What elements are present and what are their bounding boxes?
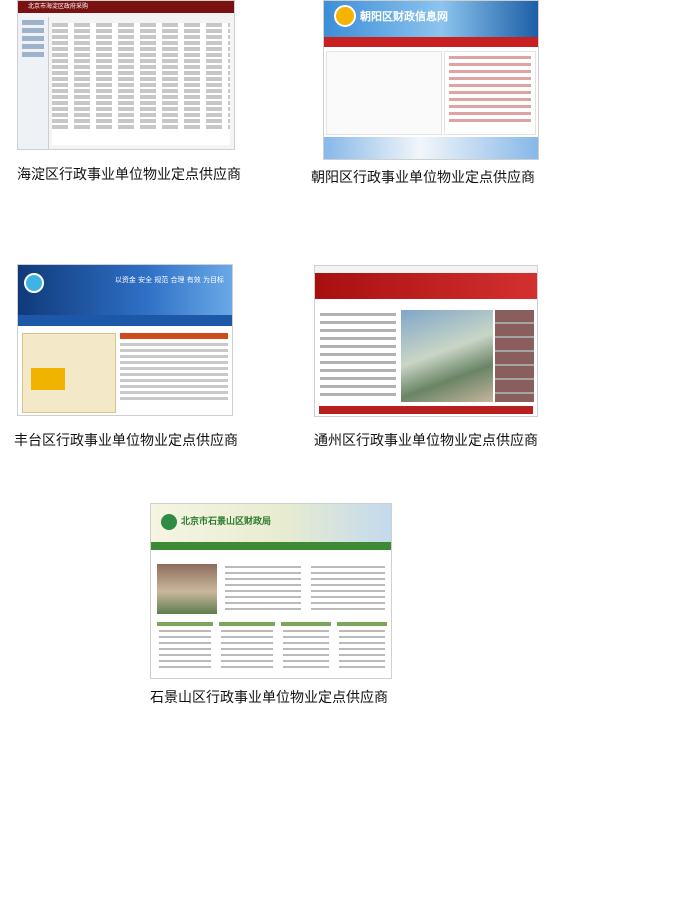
shijingshan-bottom-list-4 bbox=[337, 622, 387, 678]
shijingshan-news-list bbox=[223, 562, 303, 614]
caption-shijingshan: 石景山区行政事业单位物业定点供应商 bbox=[150, 690, 388, 706]
caption-haidian: 海淀区行政事业单位物业定点供应商 bbox=[17, 167, 241, 183]
chaoyang-nav-bar bbox=[324, 37, 538, 47]
caption-chaoyang: 朝阳区行政事业单位物业定点供应商 bbox=[311, 170, 535, 186]
shijingshan-bottom-list-3 bbox=[281, 622, 331, 678]
shijingshan-nav-bar bbox=[151, 542, 391, 550]
tongzhou-news-list bbox=[318, 308, 398, 404]
shijingshan-logo-icon bbox=[161, 514, 177, 530]
fengtai-card-panel bbox=[22, 333, 116, 413]
fengtai-notice-list bbox=[120, 333, 228, 411]
shijingshan-website-screenshot: 北京市石景山区财政局 bbox=[150, 503, 392, 679]
haidian-sidebar bbox=[18, 17, 49, 149]
haidian-table bbox=[52, 23, 230, 145]
tongzhou-tab-bar bbox=[319, 406, 533, 414]
fengtai-website-screenshot: 以资金 安全 规范 合理 有效 为目标 bbox=[17, 264, 233, 416]
chaoyang-logo-icon bbox=[334, 5, 356, 27]
tongzhou-side-tiles bbox=[495, 310, 534, 402]
chaoyang-notice-list bbox=[444, 51, 536, 135]
shijingshan-bottom-list-2 bbox=[219, 622, 275, 678]
shijingshan-site-title: 北京市石景山区财政局 bbox=[181, 517, 272, 527]
haidian-website-screenshot: 北京市海淀区政府采购 bbox=[17, 0, 235, 150]
chaoyang-site-title: 朝阳区财政信息网 bbox=[360, 10, 448, 23]
chaoyang-website-screenshot: 朝阳区财政信息网 bbox=[323, 0, 539, 160]
shijingshan-header: 北京市石景山区财政局 bbox=[151, 504, 391, 542]
chaoyang-footer-banner bbox=[324, 137, 538, 159]
caption-fengtai: 丰台区行政事业单位物业定点供应商 bbox=[14, 433, 238, 449]
fengtai-logo-icon bbox=[24, 273, 44, 293]
tongzhou-website-screenshot bbox=[314, 265, 538, 417]
haidian-site-title: 北京市海淀区政府采购 bbox=[18, 1, 234, 13]
fengtai-card-image bbox=[31, 368, 65, 390]
chaoyang-content-panel bbox=[326, 51, 442, 135]
shijingshan-bottom-list-1 bbox=[157, 622, 213, 678]
shijingshan-notice-list bbox=[309, 562, 387, 614]
tongzhou-top-bar bbox=[315, 266, 537, 273]
tongzhou-header bbox=[315, 273, 537, 299]
shijingshan-news-photo bbox=[157, 564, 217, 614]
fengtai-slogan: 以资金 安全 规范 合理 有效 为目标 bbox=[114, 276, 224, 284]
fengtai-header: 以资金 安全 规范 合理 有效 为目标 bbox=[18, 265, 232, 315]
tongzhou-city-photo bbox=[401, 310, 493, 402]
fengtai-nav-bar bbox=[18, 315, 232, 326]
caption-tongzhou: 通州区行政事业单位物业定点供应商 bbox=[314, 433, 538, 449]
chaoyang-header: 朝阳区财政信息网 bbox=[324, 1, 538, 37]
